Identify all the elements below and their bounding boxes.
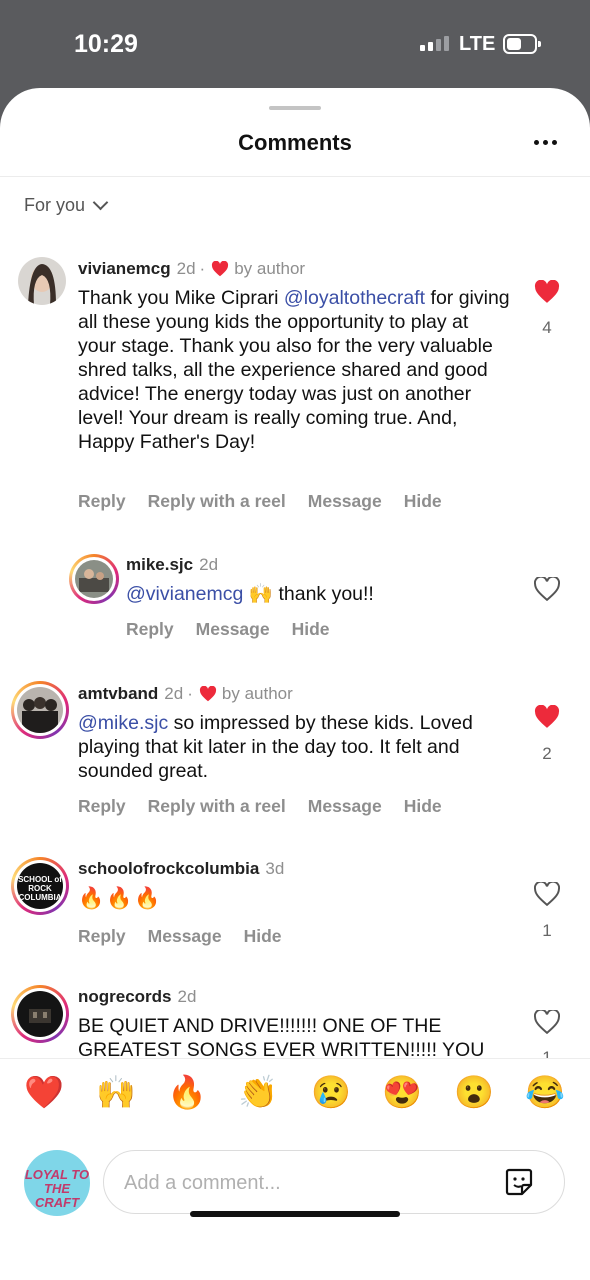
status-time: 10:29 (74, 30, 138, 58)
comment-header: amtvband 2d · by author (78, 684, 293, 704)
comment-composer: LOYAL TO THE CRAFT (0, 1128, 590, 1280)
avatar-logo: SCHOOL of ROCK COLUMBIA (17, 863, 63, 909)
reply-button[interactable]: Reply (78, 926, 126, 946)
comment-text: Thank you Mike Ciprari @loyaltothecraft … (78, 287, 510, 453)
emoji-clap-button[interactable]: 👏 (236, 1073, 280, 1111)
comment-input-wrapper (103, 1150, 565, 1214)
comment-username[interactable]: mike.sjc (126, 555, 193, 575)
comment-username[interactable]: vivianemcg (78, 259, 171, 279)
heart-outline-icon[interactable] (534, 577, 560, 601)
emoji-surprised-button[interactable]: 😮 (452, 1073, 496, 1111)
comment-username[interactable]: nogrecords (78, 987, 172, 1007)
avatar[interactable] (18, 257, 66, 305)
comment-username[interactable]: schoolofrockcolumbia (78, 859, 259, 879)
hide-button[interactable]: Hide (404, 491, 442, 511)
avatar[interactable] (11, 985, 69, 1043)
comment-age: 2d (199, 555, 219, 574)
reply-with-reel-button[interactable]: Reply with a reel (148, 796, 286, 816)
emoji-raised-hands-button[interactable]: 🙌 (94, 1073, 138, 1111)
comments-sheet: Comments For you vivianemcg 2d · by auth… (0, 88, 590, 1280)
heart-filled-icon[interactable] (534, 705, 560, 729)
comment-text: 🔥🔥🔥 (78, 887, 163, 910)
signal-icon (420, 36, 449, 51)
emoji-cry-button[interactable]: 😢 (309, 1073, 353, 1111)
comment-actions: Reply Reply with a reel Message Hide (78, 796, 464, 817)
reply-with-reel-button[interactable]: Reply with a reel (148, 491, 286, 511)
avatar[interactable] (11, 681, 69, 739)
comment-age: 2d (176, 259, 196, 278)
mention-link[interactable]: @vivianemcg (126, 583, 243, 605)
message-button[interactable]: Message (196, 619, 270, 639)
comment-input[interactable] (122, 1165, 486, 1201)
header-divider (0, 176, 590, 177)
emoji-heart-eyes-button[interactable]: 😍 (380, 1073, 424, 1111)
comment-header: schoolofrockcolumbia 3d (78, 859, 284, 879)
heart-filled-icon[interactable] (534, 280, 560, 304)
comment-actions: Reply Message Hide (78, 926, 304, 947)
message-button[interactable]: Message (308, 796, 382, 816)
mention-link[interactable]: @loyaltothecraft (284, 287, 425, 309)
comment-text: @vivianemcg 🙌 thank you!! (126, 583, 374, 605)
comment-age: 2d (164, 684, 184, 703)
message-button[interactable]: Message (148, 926, 222, 946)
like-count: 4 (542, 318, 552, 337)
avatar[interactable] (69, 554, 119, 604)
status-bar: 10:29 LTE (0, 0, 590, 90)
comment-age: 2d (177, 987, 197, 1006)
comment-actions: Reply Message Hide (126, 619, 352, 640)
reply-button[interactable]: Reply (78, 491, 126, 511)
emoji-laughing-button[interactable]: 😂 (523, 1073, 567, 1111)
author-heart-icon (199, 686, 216, 702)
like-count: 2 (542, 744, 552, 763)
separator-dot: · (199, 259, 206, 278)
chevron-down-icon (92, 194, 109, 211)
comment-text: BE QUIET AND DRIVE!!!!!!! ONE OF THE GRE… (78, 1015, 485, 1061)
avatar[interactable]: SCHOOL of ROCK COLUMBIA (11, 857, 69, 915)
separator-dot: · (187, 684, 193, 703)
comment-age: 3d (265, 859, 285, 878)
like-count: 1 (542, 921, 552, 940)
reply-button[interactable]: Reply (126, 619, 174, 639)
emoji-fire-button[interactable]: 🔥 (165, 1073, 209, 1111)
comment-header: vivianemcg 2d · by author (78, 259, 305, 279)
hide-button[interactable]: Hide (292, 619, 330, 639)
network-label: LTE (459, 33, 496, 55)
page-title: Comments (238, 130, 352, 155)
reply-button[interactable]: Reply (78, 796, 126, 816)
message-button[interactable]: Message (308, 491, 382, 511)
current-user-avatar: LOYAL TO THE CRAFT (24, 1150, 90, 1216)
comment-text: @mike.sjc so impressed by these kids. Lo… (78, 712, 473, 782)
comment-actions: Reply Reply with a reel Message Hide (78, 491, 464, 512)
author-tag: by author (234, 259, 306, 278)
emoji-reaction-bar: ❤️ 🙌 🔥 👏 😢 😍 😮 😂 (0, 1058, 590, 1129)
battery-icon (503, 34, 541, 54)
mention-link[interactable]: @mike.sjc (78, 712, 168, 734)
comment-header: mike.sjc 2d (126, 555, 218, 575)
hide-button[interactable]: Hide (404, 796, 442, 816)
sheet-grabber[interactable] (269, 106, 321, 110)
hide-button[interactable]: Hide (244, 926, 282, 946)
more-horizontal-icon[interactable] (534, 140, 557, 145)
author-heart-icon (212, 261, 229, 277)
author-tag: by author (221, 684, 293, 703)
sticker-icon[interactable] (504, 1167, 534, 1197)
comment-username[interactable]: amtvband (78, 684, 158, 704)
filter-dropdown[interactable]: For you (24, 194, 109, 216)
comment-header: nogrecords 2d (78, 987, 196, 1007)
heart-outline-icon[interactable] (534, 1010, 560, 1034)
heart-outline-icon[interactable] (534, 882, 560, 906)
home-indicator[interactable] (190, 1211, 400, 1217)
filter-label: For you (24, 195, 86, 215)
emoji-heart-button[interactable]: ❤️ (22, 1073, 66, 1111)
